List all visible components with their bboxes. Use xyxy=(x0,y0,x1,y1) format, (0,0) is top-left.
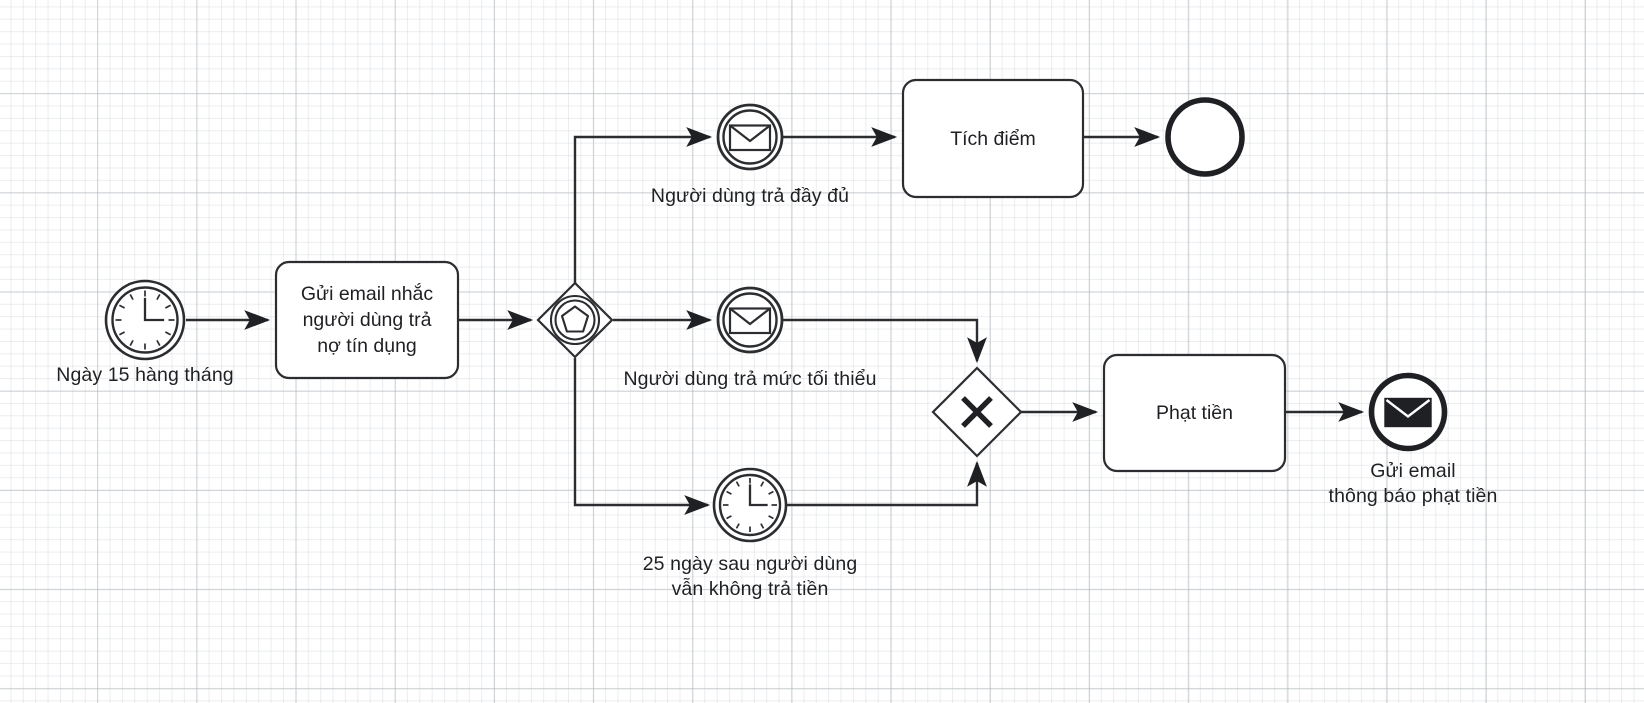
envelope-icon xyxy=(728,124,772,152)
task-apply-penalty-label: Phạt tiền xyxy=(1156,402,1233,424)
envelope-filled-icon xyxy=(1384,397,1432,428)
message-event-full-payment-label: Người dùng trả đầy đủ xyxy=(650,185,850,207)
message-event-minimum-payment-label: Người dùng trả mức tối thiểu xyxy=(623,368,877,390)
end-circle-icon xyxy=(1165,97,1245,177)
start-timer-event-label: Ngày 15 hàng tháng xyxy=(56,364,234,386)
event-based-gateway[interactable] xyxy=(536,281,614,359)
task-send-reminder-email-label: Gửi email nhắc người dùng trả nợ tín dụn… xyxy=(300,283,434,357)
flow-timer-to-xor xyxy=(787,460,987,507)
timer-event-25-days-label: 25 ngày sau người dùng vẫn không trả tiề… xyxy=(642,553,858,600)
exclusive-gateway[interactable] xyxy=(931,366,1023,458)
end-event[interactable] xyxy=(1165,97,1245,177)
message-end-event-label: Gửi email thông báo phạt tiền xyxy=(1328,460,1498,507)
flow-min-to-xor xyxy=(783,318,987,364)
envelope-icon xyxy=(728,307,772,335)
start-timer-event[interactable] xyxy=(104,279,186,361)
bpmn-diagram: Ngày 15 hàng tháng Gửi email nhắc người … xyxy=(56,78,1498,600)
message-event-full-payment[interactable] xyxy=(716,103,784,171)
message-end-event[interactable] xyxy=(1368,372,1448,452)
task-accumulate-points-label: Tích điểm xyxy=(950,127,1036,150)
timer-event-25-days[interactable] xyxy=(712,467,788,543)
message-event-minimum-payment[interactable] xyxy=(716,286,784,354)
